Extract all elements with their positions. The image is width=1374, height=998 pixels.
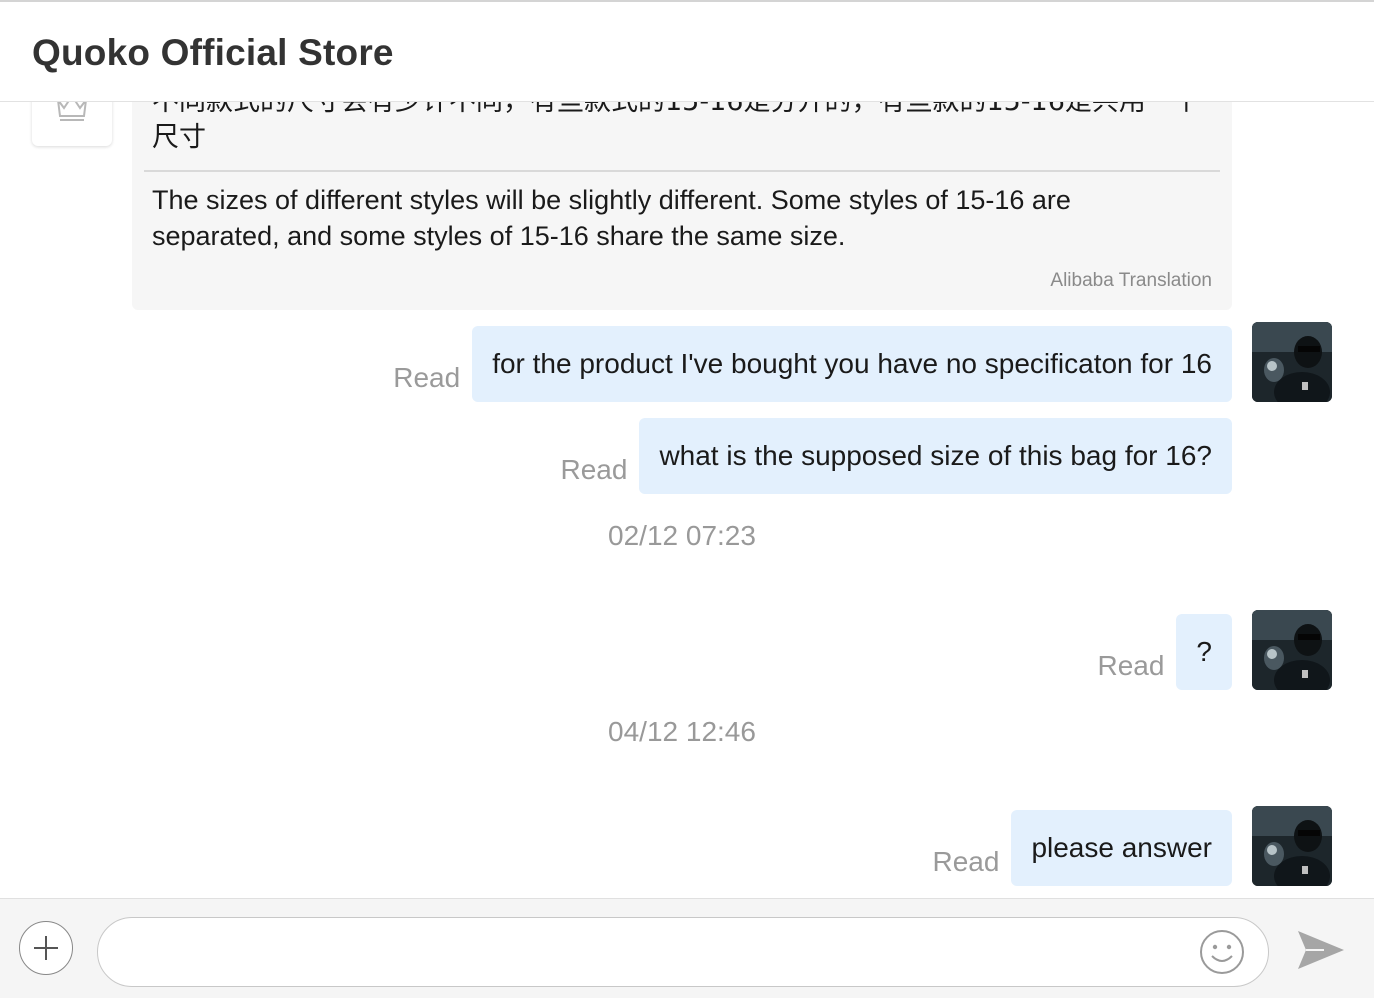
message-composer bbox=[0, 898, 1374, 998]
emoji-button[interactable] bbox=[1198, 928, 1246, 976]
read-status: Read bbox=[1097, 650, 1165, 681]
read-status: Read bbox=[393, 362, 461, 393]
user-avatar[interactable] bbox=[1252, 806, 1332, 886]
message-list[interactable]: 不同款式的尺寸会有少许不同，有些款式的15-16是分开的，有些款的15-16是共… bbox=[0, 2, 1374, 898]
store-name-title[interactable]: Quoko Official Store bbox=[32, 32, 394, 74]
user-photo-icon bbox=[1252, 610, 1332, 690]
sent-message-row: Read what is the supposed size of this b… bbox=[560, 418, 1232, 494]
sent-message-bubble[interactable]: please answer bbox=[1011, 810, 1232, 886]
user-photo-icon bbox=[1252, 806, 1332, 886]
read-status: Read bbox=[560, 454, 628, 485]
sent-message-row: Read for the product I've bought you hav… bbox=[393, 326, 1232, 402]
add-attachment-button[interactable] bbox=[19, 921, 73, 975]
sent-message-bubble[interactable]: for the product I've bought you have no … bbox=[472, 326, 1232, 402]
sent-message-bubble[interactable]: what is the supposed size of this bag fo… bbox=[639, 418, 1232, 494]
send-icon bbox=[1298, 931, 1344, 969]
smiley-icon bbox=[1200, 930, 1244, 974]
sent-message-row: Read please answer bbox=[932, 810, 1232, 886]
translation-source-label: Alibaba Translation bbox=[1050, 270, 1212, 291]
user-avatar[interactable] bbox=[1252, 610, 1332, 690]
read-status: Read bbox=[932, 846, 1000, 877]
user-photo-icon bbox=[1252, 322, 1332, 402]
user-avatar[interactable] bbox=[1252, 322, 1332, 402]
plus-icon bbox=[34, 936, 58, 960]
message-timestamp: 04/12 12:46 bbox=[608, 716, 756, 747]
sent-message-row: Read ? bbox=[1097, 614, 1232, 690]
translated-message-text: The sizes of different styles will be sl… bbox=[152, 185, 1071, 251]
chat-window: 不同款式的尺寸会有少许不同，有些款式的15-16是分开的，有些款的15-16是共… bbox=[0, 0, 1374, 998]
chat-header: Quoko Official Store bbox=[0, 2, 1374, 102]
message-timestamp: 02/12 07:23 bbox=[608, 520, 756, 551]
send-button[interactable] bbox=[1294, 925, 1348, 975]
sent-message-bubble[interactable]: ? bbox=[1176, 614, 1232, 690]
message-input[interactable] bbox=[97, 917, 1269, 987]
translation-divider bbox=[144, 170, 1220, 172]
